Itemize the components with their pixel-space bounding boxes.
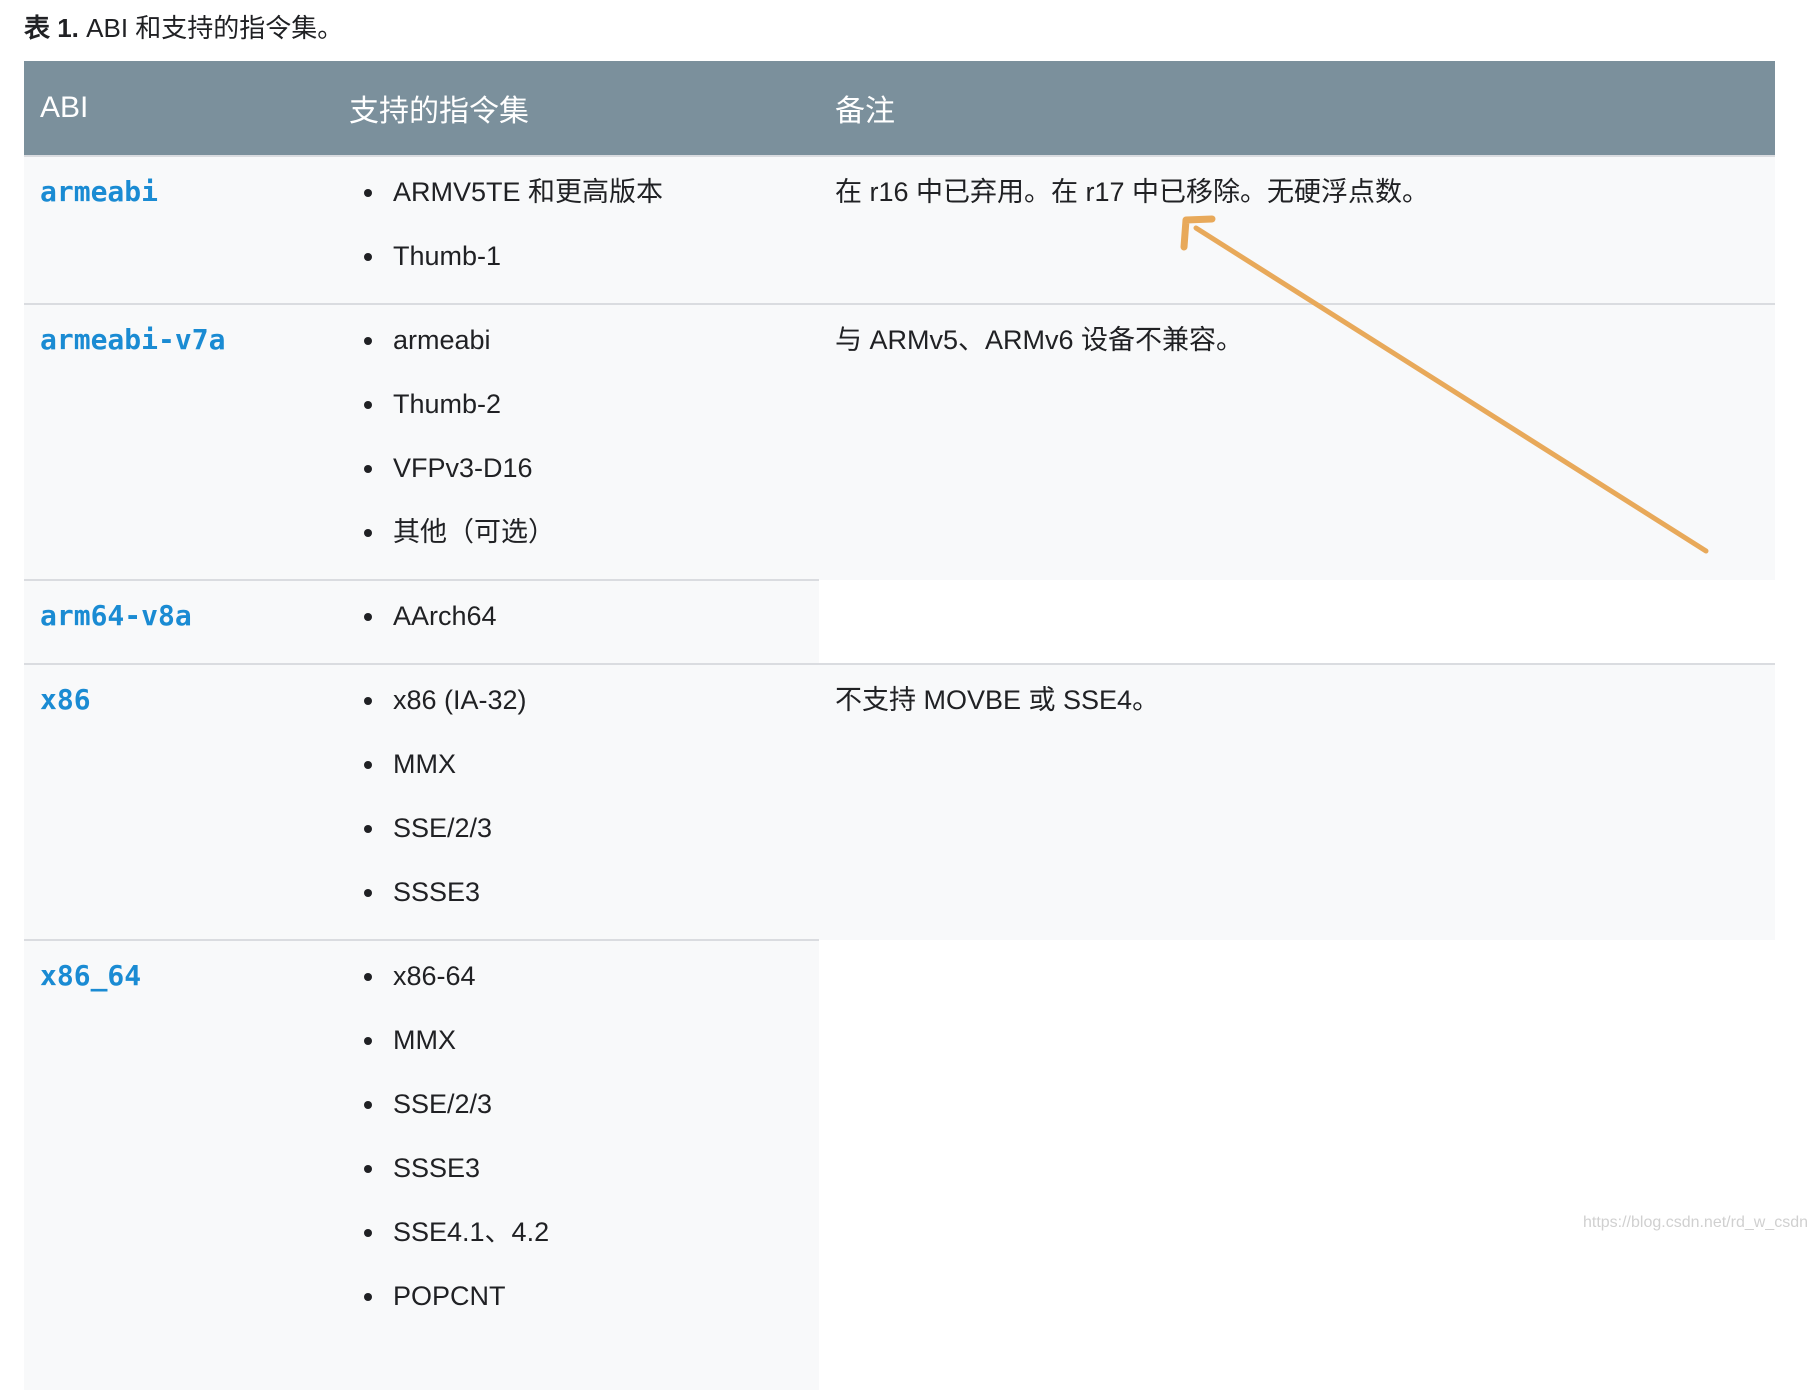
note-cell: 与 ARMv5、ARMv6 设备不兼容。 bbox=[819, 303, 1775, 580]
abi-link-armeabi-v7a[interactable]: armeabi-v7a bbox=[40, 323, 225, 356]
watermark: https://blog.csdn.net/rd_w_csdn bbox=[1582, 1214, 1808, 1231]
list-item: Thumb-1 bbox=[387, 239, 803, 273]
isa-cell: AArch64 bbox=[333, 579, 819, 664]
list-item: Thumb-2 bbox=[387, 387, 803, 421]
isa-list: x86 (IA-32) MMX SSE/2/3 SSSE3 bbox=[349, 683, 803, 909]
isa-list: x86-64 MMX SSE/2/3 SSSE3 SSE4.1、4.2 POPC… bbox=[349, 959, 803, 1313]
isa-cell: x86 (IA-32) MMX SSE/2/3 SSSE3 bbox=[333, 663, 819, 940]
isa-cell: x86-64 MMX SSE/2/3 SSSE3 SSE4.1、4.2 POPC… bbox=[333, 939, 819, 1390]
isa-cell: ARMV5TE 和更高版本 Thumb-1 bbox=[333, 155, 819, 304]
list-item: armeabi bbox=[387, 323, 803, 357]
abi-cell: armeabi bbox=[24, 155, 333, 304]
list-item: ARMV5TE 和更高版本 bbox=[387, 175, 803, 209]
caption-prefix: 表 1. bbox=[24, 13, 79, 43]
table-caption: 表 1. ABI 和支持的指令集。 bbox=[24, 10, 343, 46]
header-note: 备注 bbox=[819, 61, 1775, 156]
list-item: x86-64 bbox=[387, 959, 803, 993]
abi-link-arm64-v8a[interactable]: arm64-v8a bbox=[40, 599, 192, 632]
list-item: SSE4.1、4.2 bbox=[387, 1215, 803, 1249]
header-isa: 支持的指令集 bbox=[333, 61, 819, 156]
note-cell bbox=[819, 580, 1775, 664]
table-row: armeabi ARMV5TE 和更高版本 Thumb-1 在 r16 中已弃用… bbox=[24, 155, 1775, 304]
note-text: 在 r16 中已弃用。在 r17 中已移除。无硬浮点数。 bbox=[835, 177, 1430, 207]
table-row: armeabi-v7a armeabi Thumb-2 VFPv3-D16 其他… bbox=[24, 303, 1775, 580]
list-item: x86 (IA-32) bbox=[387, 683, 803, 717]
table-row: x86_64 x86-64 MMX SSE/2/3 SSSE3 SSE4.1、4… bbox=[24, 939, 1775, 1390]
list-item: 其他（可选） bbox=[387, 515, 803, 549]
abi-cell: x86_64 bbox=[24, 939, 333, 1390]
note-cell bbox=[819, 940, 1775, 1390]
isa-list: ARMV5TE 和更高版本 Thumb-1 bbox=[349, 175, 803, 273]
abi-link-x86-64[interactable]: x86_64 bbox=[40, 959, 141, 992]
abi-table: ABI 支持的指令集 备注 armeabi ARMV5TE 和更高版本 Thum… bbox=[24, 61, 1775, 1390]
list-item: POPCNT bbox=[387, 1279, 803, 1313]
list-item: AArch64 bbox=[387, 599, 803, 633]
abi-cell: armeabi-v7a bbox=[24, 303, 333, 580]
isa-cell: armeabi Thumb-2 VFPv3-D16 其他（可选） bbox=[333, 303, 819, 580]
list-item: MMX bbox=[387, 1023, 803, 1057]
list-item: VFPv3-D16 bbox=[387, 451, 803, 485]
abi-cell: arm64-v8a bbox=[24, 579, 333, 664]
list-item: MMX bbox=[387, 747, 803, 781]
abi-link-x86[interactable]: x86 bbox=[40, 683, 91, 716]
table-row: arm64-v8a AArch64 bbox=[24, 579, 1775, 664]
list-item: SSSE3 bbox=[387, 1151, 803, 1185]
list-item: SSE/2/3 bbox=[387, 811, 803, 845]
table-header-row: ABI 支持的指令集 备注 bbox=[24, 61, 1775, 156]
note-text: 与 ARMv5、ARMv6 设备不兼容。 bbox=[835, 325, 1244, 355]
header-abi: ABI bbox=[24, 61, 333, 156]
abi-link-armeabi[interactable]: armeabi bbox=[40, 175, 158, 208]
note-text: 不支持 MOVBE 或 SSE4。 bbox=[835, 685, 1160, 715]
list-item: SSE/2/3 bbox=[387, 1087, 803, 1121]
note-cell: 在 r16 中已弃用。在 r17 中已移除。无硬浮点数。 bbox=[819, 155, 1775, 304]
list-item: SSSE3 bbox=[387, 875, 803, 909]
isa-list: AArch64 bbox=[349, 599, 803, 633]
caption-text: ABI 和支持的指令集。 bbox=[86, 13, 344, 43]
table-row: x86 x86 (IA-32) MMX SSE/2/3 SSSE3 不支持 MO… bbox=[24, 663, 1775, 940]
isa-list: armeabi Thumb-2 VFPv3-D16 其他（可选） bbox=[349, 323, 803, 549]
abi-cell: x86 bbox=[24, 663, 333, 940]
note-cell: 不支持 MOVBE 或 SSE4。 bbox=[819, 663, 1775, 940]
